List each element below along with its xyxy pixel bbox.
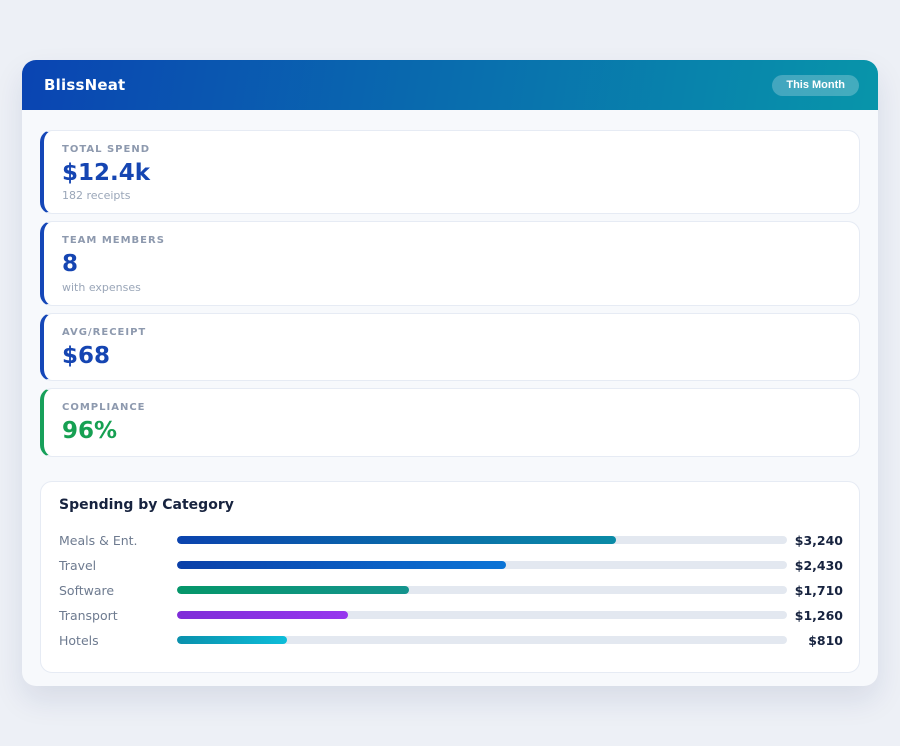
bar-track bbox=[177, 561, 787, 569]
category-label: Transport bbox=[59, 608, 177, 623]
bar-track bbox=[177, 536, 787, 544]
period-badge[interactable]: This Month bbox=[772, 75, 859, 96]
bar-fill bbox=[177, 561, 506, 569]
dashboard-panel: BlissNeat This Month TOTAL SPEND $12.4k … bbox=[22, 60, 878, 686]
category-value: $810 bbox=[787, 633, 843, 648]
chart-row-hotels: Hotels $810 bbox=[59, 628, 843, 653]
stat-card-total-spend: TOTAL SPEND $12.4k 182 receipts bbox=[40, 130, 860, 214]
stat-card-avg-receipt: AVG/RECEIPT $68 bbox=[40, 313, 860, 381]
stat-value: $12.4k bbox=[62, 160, 841, 186]
category-value: $1,710 bbox=[787, 583, 843, 598]
bar-track bbox=[177, 636, 787, 644]
stat-card-team-members: TEAM MEMBERS 8 with expenses bbox=[40, 221, 860, 305]
category-label: Hotels bbox=[59, 633, 177, 648]
stat-label: AVG/RECEIPT bbox=[62, 327, 841, 338]
category-value: $2,430 bbox=[787, 558, 843, 573]
stat-value: $68 bbox=[62, 343, 841, 369]
bar-fill bbox=[177, 611, 348, 619]
category-label: Software bbox=[59, 583, 177, 598]
bar-fill bbox=[177, 586, 409, 594]
chart-row-travel: Travel $2,430 bbox=[59, 553, 843, 578]
stat-card-compliance: COMPLIANCE 96% bbox=[40, 388, 860, 456]
app-title: BlissNeat bbox=[44, 76, 125, 94]
bar-fill bbox=[177, 636, 287, 644]
stat-value: 96% bbox=[62, 418, 841, 444]
stat-label: TOTAL SPEND bbox=[62, 144, 841, 155]
bar-track bbox=[177, 611, 787, 619]
chart-row-transport: Transport $1,260 bbox=[59, 603, 843, 628]
bar-fill bbox=[177, 536, 616, 544]
stat-label: TEAM MEMBERS bbox=[62, 235, 841, 246]
category-label: Travel bbox=[59, 558, 177, 573]
bar-track bbox=[177, 586, 787, 594]
stat-label: COMPLIANCE bbox=[62, 402, 841, 413]
stat-subtext: with expenses bbox=[62, 281, 841, 294]
chart-title: Spending by Category bbox=[59, 497, 843, 513]
chart-row-meals: Meals & Ent. $3,240 bbox=[59, 528, 843, 553]
category-label: Meals & Ent. bbox=[59, 533, 177, 548]
dashboard-body: TOTAL SPEND $12.4k 182 receipts TEAM MEM… bbox=[22, 110, 878, 673]
category-value: $3,240 bbox=[787, 533, 843, 548]
chart-row-software: Software $1,710 bbox=[59, 578, 843, 603]
category-value: $1,260 bbox=[787, 608, 843, 623]
spending-by-category-chart: Spending by Category Meals & Ent. $3,240… bbox=[40, 481, 860, 673]
stat-value: 8 bbox=[62, 251, 841, 277]
app-header: BlissNeat This Month bbox=[22, 60, 878, 110]
stat-subtext: 182 receipts bbox=[62, 189, 841, 202]
